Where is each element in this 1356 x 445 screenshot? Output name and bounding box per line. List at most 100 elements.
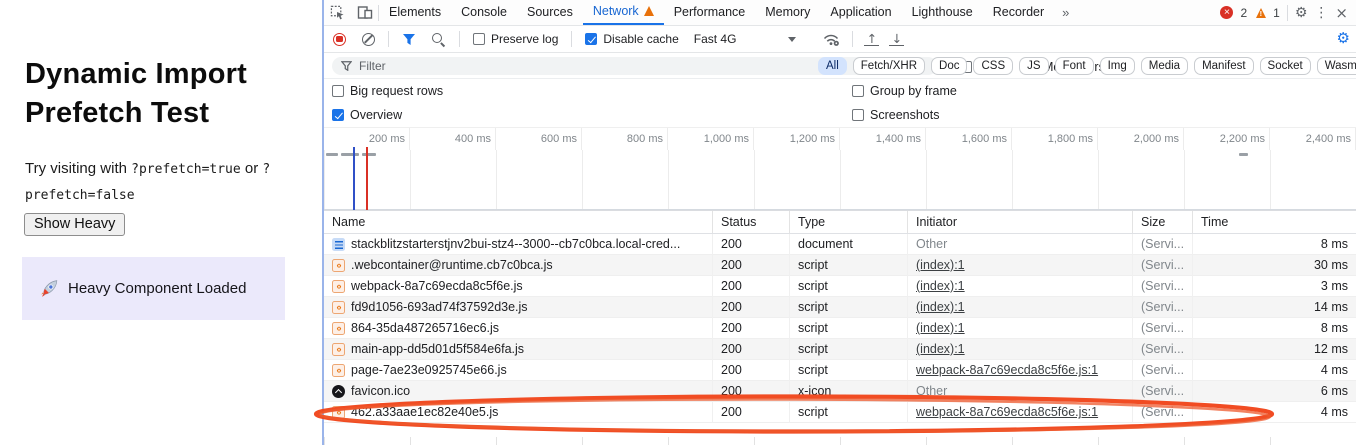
tab-label: Recorder xyxy=(993,0,1044,25)
import-har-icon[interactable]: ↑ xyxy=(864,33,879,46)
chip-css[interactable]: CSS xyxy=(973,57,1013,75)
initiator-text[interactable]: (index):1 xyxy=(916,279,965,293)
request-name-cell[interactable]: ‹›864-35da487265716ec6.js xyxy=(324,318,712,339)
clear-network-log-button[interactable] xyxy=(362,33,375,46)
chip-img[interactable]: Img xyxy=(1100,57,1135,75)
disable-cache-checkbox[interactable] xyxy=(585,33,597,45)
tab-elements[interactable]: Elements xyxy=(379,0,451,25)
chip-fetch-xhr[interactable]: Fetch/XHR xyxy=(853,57,925,75)
more-tabs-button[interactable]: » xyxy=(1054,5,1077,20)
network-settings-gear-icon[interactable]: ⚙ xyxy=(1337,29,1350,47)
initiator-text: Other xyxy=(916,384,947,398)
request-name-cell[interactable]: ‹›.webcontainer@runtime.cb7c0bca.js xyxy=(324,255,712,276)
request-name-cell[interactable]: ‹›fd9d1056-693ad74f37592d3e.js xyxy=(324,297,712,318)
option-checkbox[interactable] xyxy=(332,85,344,97)
option-screenshots[interactable]: Screenshots xyxy=(852,108,939,122)
chip-js[interactable]: JS xyxy=(1019,57,1048,75)
option-big-request-rows[interactable]: Big request rows xyxy=(332,84,443,98)
kebab-menu-icon[interactable]: ⋮ xyxy=(1314,5,1328,21)
tab-sources[interactable]: Sources xyxy=(517,0,583,25)
option-checkbox[interactable] xyxy=(852,109,864,121)
request-initiator[interactable]: (index):1 xyxy=(907,276,1132,297)
column-status[interactable]: Status xyxy=(712,211,789,233)
tab-application[interactable]: Application xyxy=(820,0,901,25)
option-checkbox[interactable] xyxy=(852,85,864,97)
chip-wasm[interactable]: Wasm xyxy=(1317,57,1356,75)
request-initiator[interactable]: (index):1 xyxy=(907,318,1132,339)
toolbar-divider xyxy=(852,31,853,47)
request-name-cell[interactable]: stackblitzstarterstjnv2bui-stz4--3000--c… xyxy=(324,234,712,255)
disable-cache-label[interactable]: Disable cache xyxy=(603,32,678,46)
dom-content-loaded-line xyxy=(353,147,355,210)
column-size[interactable]: Size xyxy=(1132,211,1192,233)
show-heavy-button[interactable]: Show Heavy xyxy=(24,213,125,236)
record-network-log-button[interactable] xyxy=(333,33,346,46)
initiator-text[interactable]: webpack-8a7c69ecda8c5f6e.js:1 xyxy=(916,363,1098,377)
request-status: 200 xyxy=(712,339,789,360)
network-request-row[interactable]: ‹›webpack-8a7c69ecda8c5f6e.js200script(i… xyxy=(324,276,1356,297)
network-request-row[interactable]: favicon.ico200x-iconOther(Servi...6 ms xyxy=(324,381,1356,402)
request-name-cell[interactable]: ‹›main-app-dd5d01d5f584e6fa.js xyxy=(324,339,712,360)
network-request-row[interactable]: ‹›.webcontainer@runtime.cb7c0bca.js200sc… xyxy=(324,255,1356,276)
network-overview-strip[interactable] xyxy=(324,150,1356,210)
search-icon[interactable] xyxy=(431,32,446,47)
chip-media[interactable]: Media xyxy=(1141,57,1188,75)
inspect-element-button[interactable] xyxy=(324,0,351,25)
network-conditions-icon[interactable] xyxy=(822,31,840,47)
column-type[interactable]: Type xyxy=(789,211,907,233)
column-name[interactable]: Name xyxy=(324,211,712,233)
chip-doc[interactable]: Doc xyxy=(931,57,967,75)
network-request-row[interactable]: ‹›main-app-dd5d01d5f584e6fa.js200script(… xyxy=(324,339,1356,360)
settings-gear-icon[interactable]: ⚙ xyxy=(1295,5,1308,21)
initiator-text[interactable]: webpack-8a7c69ecda8c5f6e.js:1 xyxy=(916,405,1098,419)
request-name-cell[interactable]: ‹›page-7ae23e0925745e66.js xyxy=(324,360,712,381)
preserve-log-label[interactable]: Preserve log xyxy=(491,32,558,46)
tab-network[interactable]: Network xyxy=(583,0,664,25)
request-status: 200 xyxy=(712,318,789,339)
request-initiator[interactable]: webpack-8a7c69ecda8c5f6e.js:1 xyxy=(907,360,1132,381)
request-initiator[interactable]: (index):1 xyxy=(907,255,1132,276)
network-options: Big request rows Group by frame Overview Sc… xyxy=(324,79,1356,128)
chip-manifest[interactable]: Manifest xyxy=(1194,57,1253,75)
network-request-row[interactable]: stackblitzstarterstjnv2bui-stz4--3000--c… xyxy=(324,234,1356,255)
column-time[interactable]: Time xyxy=(1192,211,1356,233)
tab-recorder[interactable]: Recorder xyxy=(983,0,1054,25)
initiator-text[interactable]: (index):1 xyxy=(916,342,965,356)
request-name-cell[interactable]: ‹›webpack-8a7c69ecda8c5f6e.js xyxy=(324,276,712,297)
warning-count-icon[interactable] xyxy=(1256,8,1266,18)
network-request-row[interactable]: ‹›fd9d1056-693ad74f37592d3e.js200script(… xyxy=(324,297,1356,318)
initiator-text[interactable]: (index):1 xyxy=(916,258,965,272)
option-group-by-frame[interactable]: Group by frame xyxy=(852,84,957,98)
initiator-text[interactable]: (index):1 xyxy=(916,300,965,314)
filter-funnel-icon[interactable] xyxy=(402,33,416,46)
chip-font[interactable]: Font xyxy=(1055,57,1094,75)
request-name: .webcontainer@runtime.cb7c0bca.js xyxy=(351,255,553,276)
preserve-log-checkbox[interactable] xyxy=(473,33,485,45)
tab-lighthouse[interactable]: Lighthouse xyxy=(902,0,983,25)
error-count-icon[interactable]: × xyxy=(1220,6,1233,19)
request-initiator[interactable]: webpack-8a7c69ecda8c5f6e.js:1 xyxy=(907,402,1132,423)
tab-memory[interactable]: Memory xyxy=(755,0,820,25)
column-initiator[interactable]: Initiator xyxy=(907,211,1132,233)
device-toolbar-button[interactable] xyxy=(351,0,378,25)
chip-all[interactable]: All xyxy=(818,57,847,75)
throttling-select-value[interactable]: Fast 4G xyxy=(694,32,737,46)
request-initiator[interactable]: (index):1 xyxy=(907,297,1132,318)
error-count[interactable]: 2 xyxy=(1240,6,1247,20)
export-har-icon[interactable]: ↓ xyxy=(889,33,904,46)
request-initiator[interactable]: (index):1 xyxy=(907,339,1132,360)
chip-socket[interactable]: Socket xyxy=(1260,57,1311,75)
request-name-cell[interactable]: ‹›462.a33aae1ec82e40e5.js xyxy=(324,402,712,423)
initiator-text[interactable]: (index):1 xyxy=(916,321,965,335)
network-request-row[interactable]: ‹›462.a33aae1ec82e40e5.js200scriptwebpac… xyxy=(324,402,1356,423)
tab-console[interactable]: Console xyxy=(451,0,517,25)
network-request-row[interactable]: ‹›864-35da487265716ec6.js200script(index… xyxy=(324,318,1356,339)
request-name-cell[interactable]: favicon.ico xyxy=(324,381,712,402)
close-devtools-icon[interactable]: × xyxy=(1335,4,1348,22)
option-checkbox[interactable] xyxy=(332,109,344,121)
warning-count[interactable]: 1 xyxy=(1273,6,1280,20)
throttling-dropdown-icon[interactable] xyxy=(788,37,796,42)
option-overview[interactable]: Overview xyxy=(332,108,402,122)
tab-performance[interactable]: Performance xyxy=(664,0,756,25)
network-request-row[interactable]: ‹›page-7ae23e0925745e66.js200scriptwebpa… xyxy=(324,360,1356,381)
